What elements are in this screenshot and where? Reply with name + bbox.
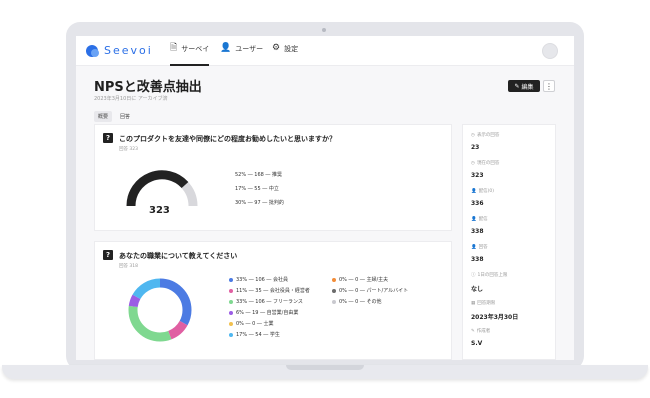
logo-text[interactable]: Seevoi [104, 44, 153, 57]
sidebar-value: 338 [471, 256, 484, 263]
question-card-occupation: ? あなたの職業について教えてください 回答 318 33% ― 106 ― 会… [94, 241, 452, 360]
legend-item: 0% ― 0 ― パート/アルバイト [332, 287, 408, 294]
question-response-count: 回答 323 [119, 147, 139, 152]
logo-icon [86, 45, 99, 57]
sidebar-label: ✎ 作成者 [471, 328, 491, 335]
gauge-fill [126, 170, 189, 207]
sidebar-value: S.V [471, 340, 483, 347]
sidebar-label: 👤 回答 [471, 244, 488, 251]
legend-label: 0% ― 0 ― 士業 [236, 321, 274, 327]
gauge-value: 323 [149, 205, 170, 216]
gear-icon: ⚙ [272, 43, 281, 53]
user-icon: 👤 [471, 216, 477, 222]
legend-label: 0% ― 0 ― パート/アルバイト [339, 288, 409, 294]
pencil-icon: ✎ [471, 328, 475, 334]
survey-stats-sidebar: ◷ 表示の回答 23 ◷ 現在の回答 323 👤 配信(0) 336 👤 配信 338 … [462, 124, 556, 360]
legend-dot [332, 288, 336, 293]
question-badge: ? [103, 250, 113, 260]
legend-label: 0% ― 0 ― その他 [339, 299, 382, 305]
legend-dot [229, 332, 233, 337]
more-options-button[interactable]: ⋮ [543, 80, 555, 92]
nps-stat-detractor: 30% ― 97 ― 批判的 [235, 200, 284, 206]
nav-users[interactable]: 👤 ユーザー [220, 44, 263, 66]
question-card-nps: ? このプロダクトを友達や同僚にどの程度お勧めしたいと思いますか？ 回答 323… [94, 124, 452, 231]
nav-settings[interactable]: ⚙ 設定 [272, 44, 298, 66]
edit-button-label: 編集 [521, 83, 534, 91]
nps-gauge-chart [126, 170, 198, 207]
sidebar-label: ⓘ 1日の回答上限 [471, 273, 508, 278]
sidebar-label: 👤 配信(0) [471, 188, 494, 195]
legend-item: 11% ― 35 ― 会社役員・経営者 [229, 287, 310, 294]
legend-dot [332, 277, 336, 282]
legend-item: 0% ― 0 ― 主婦/主夫 [332, 276, 388, 283]
question-title: あなたの職業について教えてください [119, 252, 238, 260]
app-screen: Seevoi 🗎 サーベイ 👤 ユーザー ⚙ 設定 NPSと改善点抽出 2023… [76, 36, 574, 360]
question-title: このプロダクトを友達や同僚にどの程度お勧めしたいと思いますか？ [119, 135, 336, 143]
page-subtitle: 2023年3月10日に アーカイブ済 [94, 96, 168, 102]
document-icon: 🗎 [170, 43, 178, 53]
laptop-notch [286, 365, 364, 370]
nps-stat-passive: 17% ― 55 ― 中立 [235, 186, 279, 192]
tab-responses[interactable]: 回答 [116, 111, 134, 122]
legend-label: 6% ― 19 ― 自営業/自由業 [236, 310, 299, 316]
legend-label: 33% ― 106 ― フリーランス [236, 299, 303, 305]
legend-item: 6% ― 19 ― 自営業/自由業 [229, 309, 298, 316]
clock-icon: ◷ [471, 160, 475, 166]
occupation-donut-chart [128, 278, 192, 342]
sidebar-value: 338 [471, 228, 484, 235]
legend-item: 0% ― 0 ― 士業 [229, 320, 273, 327]
avatar[interactable] [542, 43, 558, 59]
nav-survey[interactable]: 🗎 サーベイ [170, 43, 210, 66]
question-response-count: 回答 318 [119, 264, 139, 269]
pencil-icon: ✎ [514, 82, 520, 90]
sidebar-value: 336 [471, 200, 484, 207]
user-icon: 👤 [471, 188, 477, 194]
edit-button[interactable]: ✎ 編集 [508, 80, 540, 92]
legend-dot [229, 299, 233, 304]
sidebar-value: 2023年3月30日 [471, 314, 519, 321]
legend-item: 0% ― 0 ― その他 [332, 298, 381, 305]
sidebar-label: 👤 配信 [471, 216, 488, 223]
top-navbar: Seevoi 🗎 サーベイ 👤 ユーザー ⚙ 設定 [76, 36, 574, 66]
legend-dot [229, 277, 233, 282]
sidebar-value: なし [471, 286, 484, 293]
nav-survey-label: サーベイ [181, 45, 210, 53]
legend-label: 33% ― 106 ― 会社員 [236, 277, 289, 283]
tab-overview[interactable]: 概要 [94, 111, 113, 122]
sidebar-value: 323 [471, 172, 484, 179]
nps-stat-promoter: 52% ― 168 ― 推奨 [235, 172, 283, 178]
question-badge: ? [103, 133, 113, 143]
legend-label: 11% ― 35 ― 会社役員・経営者 [236, 288, 310, 294]
nav-settings-label: 設定 [284, 45, 299, 53]
calendar-icon: ▦ [471, 300, 476, 306]
legend-dot [229, 321, 233, 326]
legend-label: 0% ― 0 ― 主婦/主夫 [339, 277, 389, 283]
sidebar-label: ◷ 表示の回答 [471, 132, 500, 139]
legend-item: 33% ― 106 ― フリーランス [229, 298, 303, 305]
legend-item: 33% ― 106 ― 会社員 [229, 276, 288, 283]
sidebar-label: ◷ 現在の回答 [471, 160, 500, 167]
page-title: NPSと改善点抽出 [94, 80, 202, 95]
user-icon: 👤 [220, 43, 232, 53]
legend-item: 17% ― 54 ― 学生 [229, 331, 280, 338]
camera-dot [322, 28, 326, 32]
clock-icon: ◷ [471, 132, 475, 138]
legend-dot [229, 288, 233, 293]
user-icon: 👤 [471, 244, 477, 250]
sidebar-label: ▦ 回答期限 [471, 300, 496, 307]
sidebar-value: 23 [471, 144, 480, 151]
nav-users-label: ユーザー [235, 45, 264, 53]
legend-label: 17% ― 54 ― 学生 [236, 332, 280, 338]
legend-dot [332, 299, 336, 304]
legend-dot [229, 310, 233, 315]
info-icon: ⓘ [471, 273, 476, 278]
